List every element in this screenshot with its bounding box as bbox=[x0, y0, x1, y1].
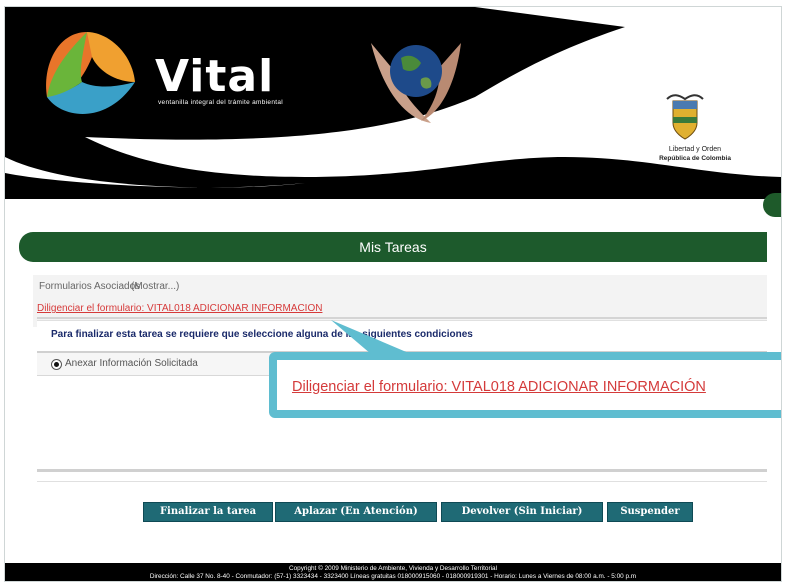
anexar-label[interactable]: Anexar Información Solicitada bbox=[65, 358, 198, 369]
brand-tagline: ventanilla integral del trámite ambienta… bbox=[158, 99, 284, 106]
brand-name: Vital bbox=[155, 51, 275, 102]
divider bbox=[37, 469, 767, 472]
footer-address: Dirección: Calle 37 No. 8-40 - Conmutado… bbox=[149, 573, 637, 580]
corner-tab bbox=[763, 193, 781, 217]
anexar-radio[interactable] bbox=[51, 359, 62, 370]
callout-form-link[interactable]: Diligenciar el formulario: VITAL018 ADIC… bbox=[292, 379, 706, 395]
globe-in-hands-icon bbox=[371, 43, 461, 123]
vital-logo-icon bbox=[46, 32, 135, 114]
show-forms-link[interactable]: (Mostrar...) bbox=[131, 281, 179, 292]
callout-pointer bbox=[331, 320, 411, 354]
motto-line1: Libertad y Orden bbox=[668, 146, 722, 153]
return-button[interactable]: Devolver (Sin Iniciar) bbox=[441, 502, 603, 522]
finalize-task-button[interactable]: Finalizar la tarea bbox=[143, 502, 273, 522]
postpone-button[interactable]: Aplazar (En Atención) bbox=[275, 502, 437, 522]
site-header: Vital ventanilla integral del trámite am… bbox=[5, 7, 781, 199]
motto: Libertad y Orden República de Colombia bbox=[655, 145, 735, 163]
suspend-button[interactable]: Suspender bbox=[607, 502, 693, 522]
page-frame: Vital ventanilla integral del trámite am… bbox=[4, 6, 782, 582]
colombia-coat-of-arms-icon bbox=[666, 94, 704, 140]
fill-form-link[interactable]: Diligenciar el formulario: VITAL018 ADIC… bbox=[37, 303, 322, 314]
forms-label: Formularios Asociados bbox=[39, 281, 141, 292]
page-title: Mis Tareas bbox=[19, 232, 767, 262]
footer-copyright: Copyright © 2009 Ministerio de Ambiente,… bbox=[288, 565, 497, 572]
site-footer: Copyright © 2009 Ministerio de Ambiente,… bbox=[5, 563, 781, 581]
divider bbox=[37, 481, 767, 482]
motto-line2: República de Colombia bbox=[659, 155, 731, 162]
